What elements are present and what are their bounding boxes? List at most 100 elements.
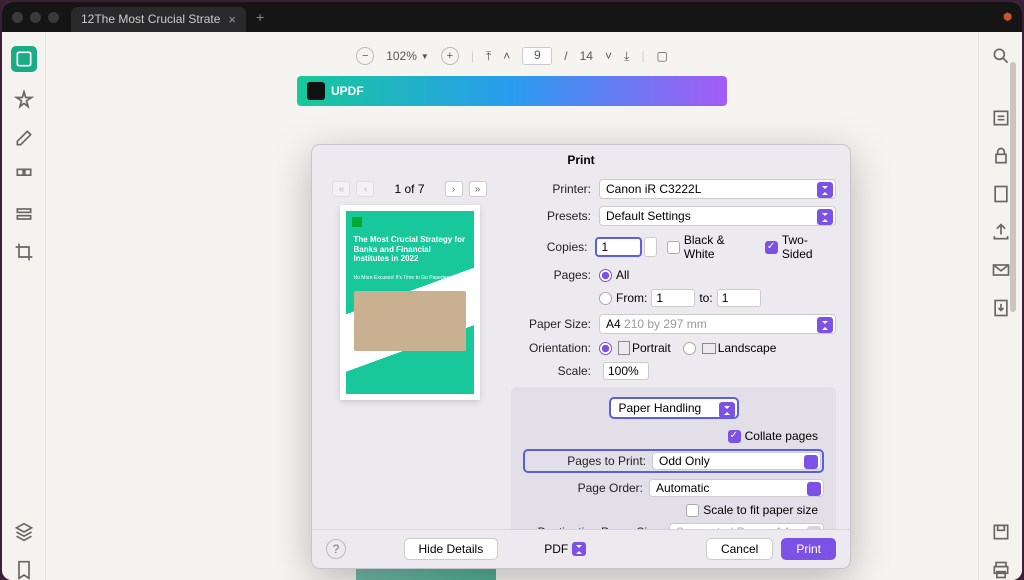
bookmark-icon[interactable] bbox=[14, 560, 34, 580]
first-page-icon[interactable]: ⤒ bbox=[486, 49, 491, 64]
ocr-icon[interactable] bbox=[991, 108, 1011, 128]
scroll-thumb[interactable] bbox=[1010, 62, 1016, 312]
share-icon[interactable] bbox=[991, 222, 1011, 242]
new-tab-button[interactable]: + bbox=[256, 9, 264, 25]
copies-input[interactable]: 1 bbox=[595, 237, 641, 257]
dest-size-select: Suggested Paper: A4 bbox=[669, 523, 824, 529]
traffic-lights[interactable] bbox=[12, 12, 59, 23]
copies-label: Copies: bbox=[511, 240, 587, 254]
collate-checkbox[interactable] bbox=[728, 430, 741, 443]
export-icon[interactable] bbox=[991, 298, 1011, 318]
from-label: From: bbox=[616, 291, 647, 305]
scale-input[interactable]: 100% bbox=[603, 362, 649, 380]
pages-label: Pages: bbox=[511, 268, 591, 282]
main-area: − 102% ▼ + | ⤒ ˄ 9 / 14 ˅ ⤓ | ▢ UPDF bbox=[46, 32, 978, 580]
organize-icon[interactable] bbox=[14, 166, 34, 186]
minimize-dot[interactable] bbox=[30, 12, 41, 23]
zoom-out-button[interactable]: − bbox=[356, 47, 374, 65]
pages-to-print-label: Pages to Print: bbox=[526, 454, 646, 468]
page-input[interactable]: 9 bbox=[522, 47, 552, 65]
preview-counter: 1 of 7 bbox=[394, 182, 424, 196]
chevron-icon bbox=[817, 209, 833, 225]
print-button[interactable]: Print bbox=[781, 538, 836, 560]
bw-label: Black & White bbox=[684, 233, 755, 261]
section-select[interactable]: Paper Handling bbox=[609, 397, 739, 419]
print-preview-pane: « ‹ 1 of 7 › » The Most Crucial Strategy… bbox=[312, 175, 507, 529]
scale-fit-checkbox[interactable] bbox=[686, 504, 699, 517]
preview-next-button[interactable]: › bbox=[445, 181, 463, 197]
preview-doc-title: The Most Crucial Strategy for Banks and … bbox=[354, 235, 466, 264]
bw-checkbox[interactable] bbox=[667, 241, 680, 254]
dialog-footer: ? Hide Details PDF Cancel Print bbox=[312, 529, 850, 568]
titlebar: 12The Most Crucial Strate × + ⬢ bbox=[2, 2, 1022, 32]
pdf-dropdown[interactable]: PDF bbox=[544, 542, 586, 556]
help-button[interactable]: ? bbox=[326, 539, 346, 559]
last-page-icon[interactable]: ⤓ bbox=[624, 49, 629, 64]
top-toolbar: − 102% ▼ + | ⤒ ˄ 9 / 14 ˅ ⤓ | ▢ bbox=[46, 42, 978, 70]
tab-title: 12The Most Crucial Strate bbox=[81, 12, 220, 26]
from-input[interactable]: 1 bbox=[651, 289, 695, 307]
papersize-select[interactable]: A4 210 by 297 mm bbox=[599, 314, 836, 334]
scale-fit-label: Scale to fit paper size bbox=[703, 503, 818, 517]
close-tab-icon[interactable]: × bbox=[228, 12, 236, 27]
chevron-icon bbox=[807, 482, 821, 496]
flatten-icon[interactable] bbox=[991, 184, 1011, 204]
preview-last-button[interactable]: » bbox=[469, 181, 487, 197]
print-icon[interactable] bbox=[991, 560, 1011, 580]
collate-label: Collate pages bbox=[745, 429, 818, 443]
pages-all-radio[interactable] bbox=[599, 269, 612, 282]
preview-prev-button[interactable]: ‹ bbox=[356, 181, 374, 197]
chevron-icon bbox=[817, 182, 833, 198]
annotate-icon[interactable] bbox=[14, 90, 34, 110]
print-dialog: Print « ‹ 1 of 7 › » The Most Crucial St bbox=[311, 144, 851, 569]
orientation-label: Orientation: bbox=[511, 341, 591, 355]
layers-icon[interactable] bbox=[14, 522, 34, 542]
to-input[interactable]: 1 bbox=[717, 289, 761, 307]
search-icon[interactable] bbox=[991, 46, 1011, 66]
zoom-in-button[interactable]: + bbox=[441, 47, 459, 65]
crop-icon[interactable] bbox=[14, 242, 34, 262]
protect-icon[interactable] bbox=[991, 146, 1011, 166]
email-icon[interactable] bbox=[991, 260, 1011, 280]
landscape-label: Landscape bbox=[718, 341, 777, 355]
cancel-button[interactable]: Cancel bbox=[706, 538, 773, 560]
chevron-icon bbox=[804, 455, 818, 469]
app-body: − 102% ▼ + | ⤒ ˄ 9 / 14 ˅ ⤓ | ▢ UPDF bbox=[2, 32, 1022, 580]
presets-select[interactable]: Default Settings bbox=[599, 206, 836, 226]
app-window: 12The Most Crucial Strate × + ⬢ − 102% ▼… bbox=[2, 2, 1022, 580]
present-icon[interactable]: ▢ bbox=[656, 49, 667, 63]
pages-to-print-select[interactable]: Odd Only bbox=[652, 452, 821, 470]
edit-icon[interactable] bbox=[14, 128, 34, 148]
save-icon[interactable] bbox=[991, 522, 1011, 542]
portrait-radio[interactable] bbox=[599, 342, 612, 355]
copies-stepper[interactable] bbox=[644, 237, 657, 257]
to-label: to: bbox=[699, 291, 712, 305]
pages-to-print-highlight: Pages to Print: Odd Only bbox=[523, 449, 824, 473]
scale-label: Scale: bbox=[511, 364, 591, 378]
pages-range-radio[interactable] bbox=[599, 292, 612, 305]
preview-photo bbox=[354, 291, 466, 351]
reader-mode-icon[interactable] bbox=[11, 46, 37, 72]
zoom-dropdown[interactable]: 102% ▼ bbox=[386, 49, 429, 63]
preview-doc-sub: No More Excuses! It's Time to Go Paperle… bbox=[354, 275, 452, 281]
maximize-dot[interactable] bbox=[48, 12, 59, 23]
scrollbar[interactable] bbox=[1010, 42, 1018, 502]
landscape-icon bbox=[702, 343, 716, 354]
document-tab[interactable]: 12The Most Crucial Strate × bbox=[71, 7, 246, 32]
printer-label: Printer: bbox=[511, 182, 591, 196]
close-dot[interactable] bbox=[12, 12, 23, 23]
twosided-checkbox[interactable] bbox=[765, 241, 778, 254]
pages-all-label: All bbox=[616, 268, 629, 282]
tools-icon[interactable] bbox=[14, 204, 34, 224]
preview-page: The Most Crucial Strategy for Banks and … bbox=[340, 205, 480, 400]
prev-page-icon[interactable]: ˄ bbox=[503, 49, 510, 63]
preview-first-button[interactable]: « bbox=[332, 181, 350, 197]
next-page-icon[interactable]: ˅ bbox=[605, 49, 612, 63]
printer-select[interactable]: Canon iR C3222L bbox=[599, 179, 836, 199]
brand-text: UPDF bbox=[331, 84, 364, 98]
page-total: 14 bbox=[580, 49, 593, 63]
hide-details-button[interactable]: Hide Details bbox=[404, 538, 499, 560]
page-order-label: Page Order: bbox=[523, 481, 643, 495]
landscape-radio[interactable] bbox=[683, 342, 696, 355]
page-order-select[interactable]: Automatic bbox=[649, 479, 824, 497]
